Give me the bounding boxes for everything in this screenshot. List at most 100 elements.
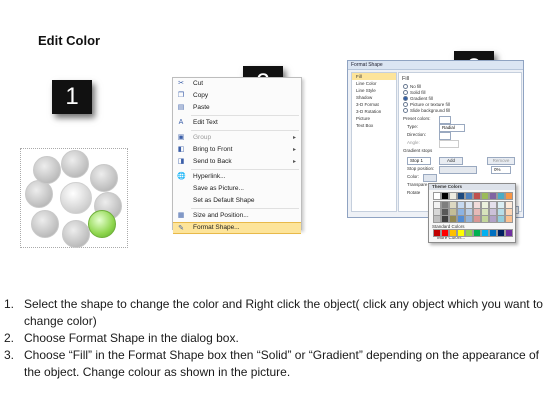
menu-item-edit-text[interactable]: A Edit Text (173, 117, 301, 129)
submenu-arrow-icon: ▸ (292, 135, 296, 141)
menu-item-label: Format Shape... (193, 224, 240, 231)
copy-icon: ❐ (177, 92, 185, 99)
color-swatch[interactable] (465, 215, 473, 223)
nav-item-picture[interactable]: Picture (352, 115, 396, 122)
instruction-step: 3. Choose “Fill” in the Format Shape box … (4, 347, 552, 381)
color-swatch[interactable] (441, 192, 449, 200)
menu-item-label: Paste (193, 104, 210, 111)
menu-item-label: Size and Position... (193, 212, 249, 219)
menu-item-size-and-position[interactable]: ▦ Size and Position... (173, 210, 301, 222)
stop-dropdown[interactable]: Stop 1 (407, 157, 431, 165)
standard-color-swatch[interactable] (449, 229, 457, 237)
color-swatch[interactable] (473, 215, 481, 223)
color-swatch[interactable] (465, 192, 473, 200)
menu-item-paste[interactable]: ▤ Paste (173, 102, 301, 114)
direction-dropdown[interactable] (439, 132, 451, 140)
nav-item-line-style[interactable]: Line Style (352, 87, 396, 94)
nav-item-shadow[interactable]: Shadow (352, 94, 396, 101)
add-stop-button[interactable]: Add (439, 157, 463, 165)
dialog-title: Format Shape (348, 61, 523, 70)
size-icon: ▦ (177, 212, 185, 219)
color-swatch[interactable] (505, 215, 513, 223)
nav-item-fill[interactable]: Fill (352, 73, 396, 80)
color-picker-button[interactable] (423, 174, 437, 182)
standard-color-swatch[interactable] (433, 229, 441, 237)
nav-item-3-d-format[interactable]: 3-D Format (352, 101, 396, 108)
color-swatch[interactable] (481, 215, 489, 223)
standard-color-swatch[interactable] (457, 229, 465, 237)
menu-item-copy[interactable]: ❐ Copy (173, 90, 301, 102)
menu-item-label: Edit Text (193, 119, 218, 126)
nav-item-line-color[interactable]: Line Color (352, 80, 396, 87)
standard-color-swatch[interactable] (497, 229, 505, 237)
step-number: 3. (4, 348, 15, 362)
menu-item-hyperlink[interactable]: 🌐 Hyperlink... (173, 171, 301, 183)
color-swatch[interactable] (481, 192, 489, 200)
stop-position-slider[interactable] (439, 166, 477, 174)
color-swatch[interactable] (497, 192, 505, 200)
petal-shape[interactable] (62, 220, 90, 248)
angle-label: Angle: (407, 140, 420, 145)
instruction-list: 1. Select the shape to change the color a… (4, 296, 552, 381)
remove-stop-button[interactable]: Remove (487, 157, 515, 165)
format-shape-icon: ✎ (178, 225, 184, 232)
menu-item-set-as-default-shape[interactable]: Set as Default Shape (173, 195, 301, 207)
color-swatch[interactable] (457, 215, 465, 223)
fill-heading: Fill (402, 76, 410, 82)
radio-slide-background-fill[interactable]: Slide background fill (403, 108, 450, 114)
menu-item-save-as-picture[interactable]: Save as Picture... (173, 183, 301, 195)
stop-position-input[interactable]: 0% (491, 166, 511, 174)
color-swatch[interactable] (433, 215, 441, 223)
menu-item-group[interactable]: ▣ Group ▸ (173, 132, 301, 144)
angle-input[interactable] (439, 140, 459, 148)
standard-color-swatch[interactable] (473, 229, 481, 237)
submenu-arrow-icon: ▸ (292, 159, 296, 165)
menu-item-bring-to-front[interactable]: ◧ Bring to Front ▸ (173, 144, 301, 156)
petal-shape[interactable] (25, 180, 53, 208)
center-shape[interactable] (60, 182, 92, 214)
color-swatch[interactable] (449, 192, 457, 200)
menu-item-cut[interactable]: ✂ Cut (173, 78, 301, 90)
color-swatch[interactable] (505, 192, 513, 200)
step-text: Choose Format Shape in the dialog box. (24, 331, 239, 345)
petal-shape-selected[interactable] (88, 210, 116, 238)
menu-separator (191, 115, 299, 116)
color-swatch[interactable] (441, 215, 449, 223)
standard-color-swatch[interactable] (441, 229, 449, 237)
group-icon: ▣ (177, 134, 185, 141)
theme-colors-label: Theme Colors (429, 184, 515, 190)
color-swatch[interactable] (489, 192, 497, 200)
scissors-icon: ✂ (178, 80, 184, 87)
submenu-arrow-icon: ▸ (292, 147, 296, 153)
petal-shape[interactable] (61, 150, 89, 178)
petal-shape[interactable] (31, 210, 59, 238)
flower-shape-graphic[interactable] (20, 148, 128, 248)
color-swatch[interactable] (457, 192, 465, 200)
color-swatch[interactable] (449, 215, 457, 223)
transparency-label: Transpare (407, 182, 428, 187)
standard-color-swatch[interactable] (465, 229, 473, 237)
petal-shape[interactable] (33, 156, 61, 184)
menu-item-label: Send to Back (193, 158, 232, 165)
color-swatch[interactable] (497, 215, 505, 223)
dialog-nav: Fill Line Color Line Style Shadow 3-D Format… (351, 72, 397, 212)
color-swatch[interactable] (473, 192, 481, 200)
standard-color-swatch[interactable] (489, 229, 497, 237)
preset-colors-dropdown[interactable] (439, 116, 451, 124)
color-swatch[interactable] (489, 215, 497, 223)
color-swatch[interactable] (433, 192, 441, 200)
petal-shape[interactable] (90, 164, 118, 192)
menu-item-send-to-back[interactable]: ◨ Send to Back ▸ (173, 156, 301, 168)
standard-color-swatch[interactable] (505, 229, 513, 237)
hyperlink-icon: 🌐 (177, 173, 186, 180)
menu-item-label: Bring to Front (193, 146, 233, 153)
menu-item-label: Group (193, 134, 212, 141)
menu-item-format-shape[interactable]: ✎ Format Shape... (173, 222, 301, 234)
nav-item-3-d-rotation[interactable]: 3-D Rotation (352, 108, 396, 115)
nav-item-text-box[interactable]: Text Box (352, 122, 396, 129)
menu-item-label: Save as Picture... (193, 185, 244, 192)
menu-item-label: Cut (193, 80, 204, 87)
menu-item-label: Hyperlink... (193, 173, 226, 180)
standard-color-swatch[interactable] (481, 229, 489, 237)
type-dropdown[interactable]: Radial (439, 124, 465, 132)
